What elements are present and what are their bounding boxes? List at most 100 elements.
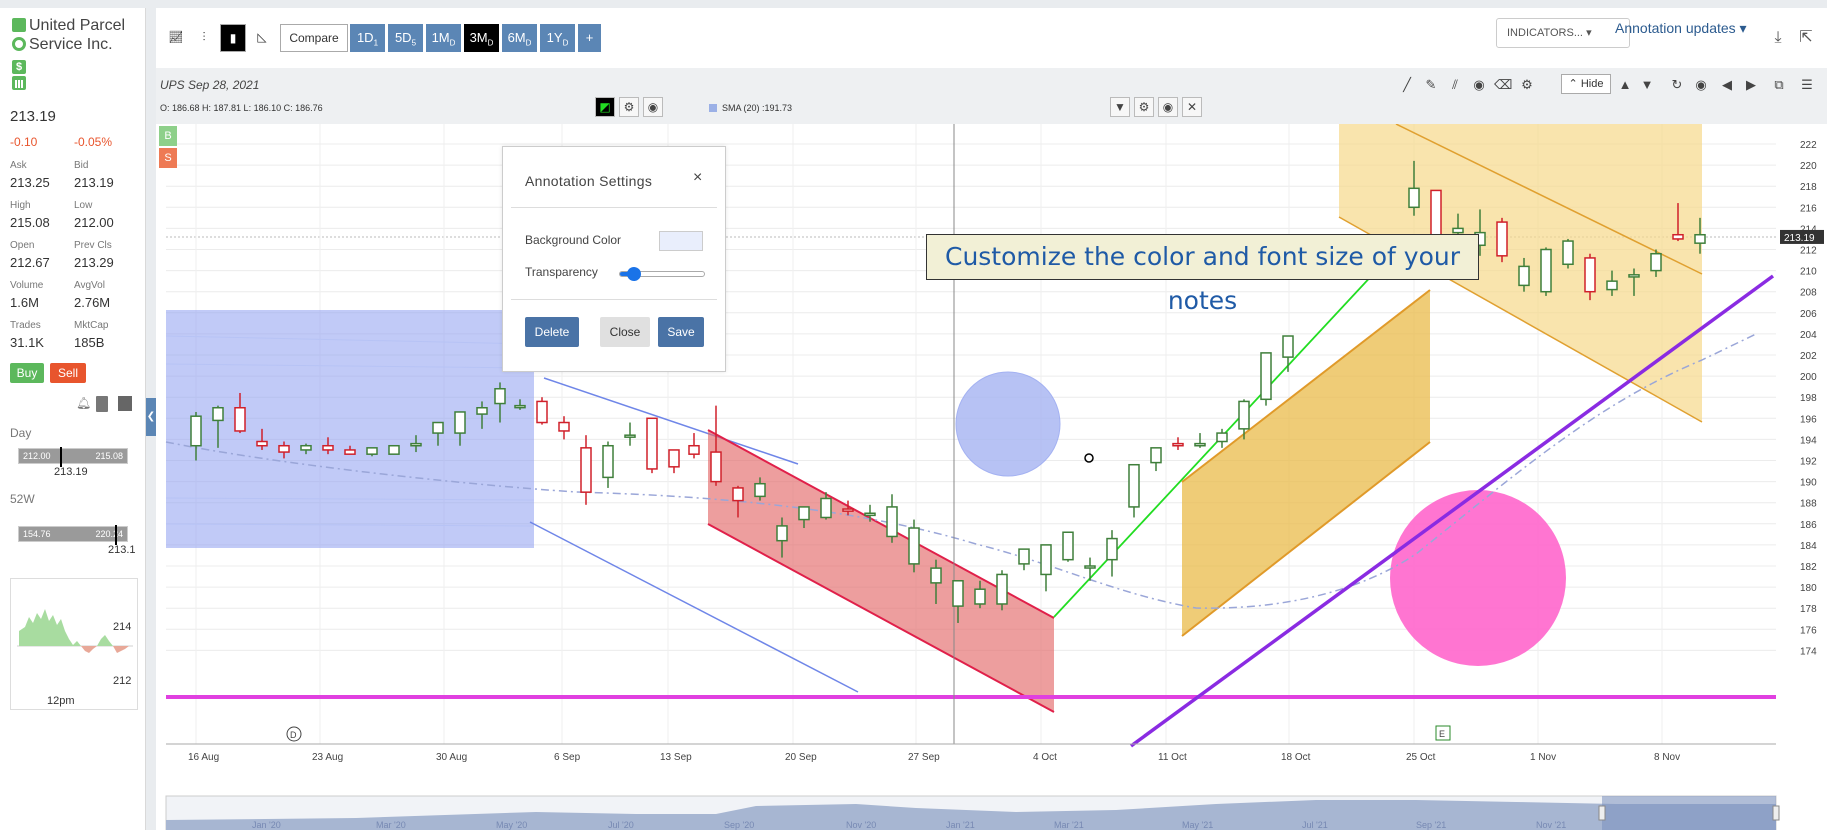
gear-icon[interactable]: ⚙ <box>619 97 639 117</box>
candle-body[interactable] <box>842 508 854 512</box>
timeframe-1d[interactable]: 1D1 <box>350 24 386 52</box>
candle-body[interactable] <box>996 573 1008 605</box>
delete-button[interactable]: Delete <box>525 317 579 347</box>
candle-body[interactable] <box>278 444 290 453</box>
candle-body[interactable] <box>558 421 570 432</box>
candle-body[interactable] <box>388 444 400 455</box>
candle-body[interactable] <box>908 527 920 565</box>
candle-body[interactable] <box>1238 400 1250 430</box>
candle-body[interactable] <box>494 388 506 405</box>
filter-icon[interactable]: ▼ <box>1110 97 1130 117</box>
candle-body[interactable] <box>1172 442 1184 447</box>
timeframe-1y[interactable]: 1YD <box>540 24 576 52</box>
candle-body[interactable] <box>1194 442 1206 447</box>
timeframe-6m[interactable]: 6MD <box>502 24 538 52</box>
indicators-dropdown[interactable]: INDICATORS... ▾ <box>1496 18 1630 48</box>
candle-body[interactable] <box>624 434 636 438</box>
candle-body[interactable] <box>1150 447 1162 464</box>
navigator[interactable]: Jan '20 Mar '20 May '20 Jul '20 Sep '20 Nov '… <box>165 795 1780 830</box>
candlestick-chart-icon[interactable]: ▮ <box>220 24 246 52</box>
price-chart[interactable]: 222 220 218 216 214 212 210 208 206 204 202 200 198 1… <box>156 123 1827 830</box>
dollar-icon[interactable]: $ <box>12 60 26 74</box>
line-chart-icon[interactable]: 📈︎ <box>164 24 188 52</box>
candle-body[interactable] <box>1650 252 1662 272</box>
candle-body[interactable] <box>974 588 986 605</box>
arrow-up-icon[interactable]: ▲ <box>1616 76 1634 94</box>
menu-icon[interactable]: ☰ <box>1798 76 1816 94</box>
share-icon[interactable]: ⇱ <box>1798 30 1814 46</box>
eye-icon[interactable]: ◉ <box>1692 76 1710 94</box>
chart-canvas[interactable]: 2222202182162142122102082062042022001981… <box>156 123 1827 830</box>
candle-body[interactable] <box>536 400 548 424</box>
candle-body[interactable] <box>300 444 312 451</box>
forward-icon[interactable]: ▶ <box>1742 76 1760 94</box>
candle-body[interactable] <box>688 444 700 455</box>
pink-circle-annotation[interactable] <box>1390 490 1566 666</box>
candle-body[interactable] <box>1084 565 1096 569</box>
candle-body[interactable] <box>1606 280 1618 291</box>
candle-body[interactable] <box>1282 335 1294 358</box>
candle-body[interactable] <box>646 417 658 470</box>
navigator-handle-left[interactable] <box>1598 805 1606 821</box>
arrow-down-icon[interactable]: ▼ <box>1638 76 1656 94</box>
popout-icon[interactable]: ⧉ <box>1770 76 1788 94</box>
candle-body[interactable] <box>1496 221 1508 257</box>
candle-body[interactable] <box>602 444 614 479</box>
candle-body[interactable] <box>668 449 680 468</box>
candle-body[interactable] <box>732 487 744 502</box>
candle-body[interactable] <box>1518 265 1530 287</box>
candle-body[interactable] <box>1672 233 1684 240</box>
trendline-icon[interactable]: ╱ <box>1398 76 1416 94</box>
close-icon[interactable]: × <box>693 169 702 187</box>
bar-chart-icon[interactable] <box>12 76 26 90</box>
background-color-swatch[interactable] <box>659 231 703 251</box>
candle-body[interactable] <box>580 447 592 493</box>
gear-icon[interactable]: ⚙ <box>1134 97 1154 117</box>
timeframe-5d[interactable]: 5D5 <box>388 24 424 52</box>
candle-body[interactable] <box>1562 240 1574 266</box>
annotation-updates-dropdown[interactable]: Annotation updates ▾ <box>1615 20 1747 37</box>
candle-body[interactable] <box>710 451 722 483</box>
eye-icon[interactable]: ◉ <box>643 97 663 117</box>
book-icon[interactable] <box>118 396 132 411</box>
navigator-handle-right[interactable] <box>1772 805 1780 821</box>
candle-body[interactable] <box>366 447 378 455</box>
candle-body[interactable] <box>776 525 788 542</box>
eye-icon[interactable]: ◉ <box>1158 97 1178 117</box>
candle-body[interactable] <box>454 411 466 434</box>
buy-marker[interactable]: B <box>159 126 177 146</box>
candle-body[interactable] <box>234 407 246 432</box>
blue-rectangle-annotation[interactable] <box>166 310 534 548</box>
add-timeframe-button[interactable]: + <box>578 24 602 52</box>
candle-body[interactable] <box>1062 531 1074 561</box>
candle-body[interactable] <box>886 506 898 538</box>
candle-body[interactable] <box>212 407 224 422</box>
candle-body[interactable] <box>476 407 488 415</box>
candle-body[interactable] <box>1040 544 1052 576</box>
blue-circle-annotation[interactable] <box>955 371 1061 477</box>
fibonacci-icon[interactable]: ⫽ <box>1446 76 1464 94</box>
hide-button[interactable]: ⌃ Hide <box>1561 74 1611 94</box>
timeframe-1m[interactable]: 1MD <box>426 24 462 52</box>
circle-icon[interactable] <box>12 37 26 51</box>
timeframe-3m[interactable]: 3MD <box>464 24 500 52</box>
color-settings-icon[interactable]: ◩ <box>595 97 615 117</box>
document-icon[interactable] <box>96 396 108 412</box>
save-button[interactable]: Save <box>658 317 704 347</box>
area-chart-icon[interactable]: ◺ <box>250 24 274 52</box>
gear-icon[interactable]: ⚙ <box>1518 76 1536 94</box>
ohlc-chart-icon[interactable]: ⫶ <box>192 24 216 52</box>
candle-body[interactable] <box>864 512 876 517</box>
candle-body[interactable] <box>432 421 444 434</box>
sidebar-collapse-button[interactable]: ❮ <box>146 398 156 436</box>
candle-body[interactable] <box>256 440 268 447</box>
download-icon[interactable]: ⤓ <box>1770 30 1786 46</box>
candle-body[interactable] <box>344 449 356 455</box>
candle-body[interactable] <box>322 444 334 451</box>
back-icon[interactable]: ◀ <box>1718 76 1736 94</box>
candle-body[interactable] <box>952 580 964 607</box>
candle-body[interactable] <box>410 442 422 447</box>
candle-body[interactable] <box>190 415 202 447</box>
sell-marker[interactable]: S <box>159 148 177 168</box>
slider-knob[interactable] <box>626 267 641 281</box>
